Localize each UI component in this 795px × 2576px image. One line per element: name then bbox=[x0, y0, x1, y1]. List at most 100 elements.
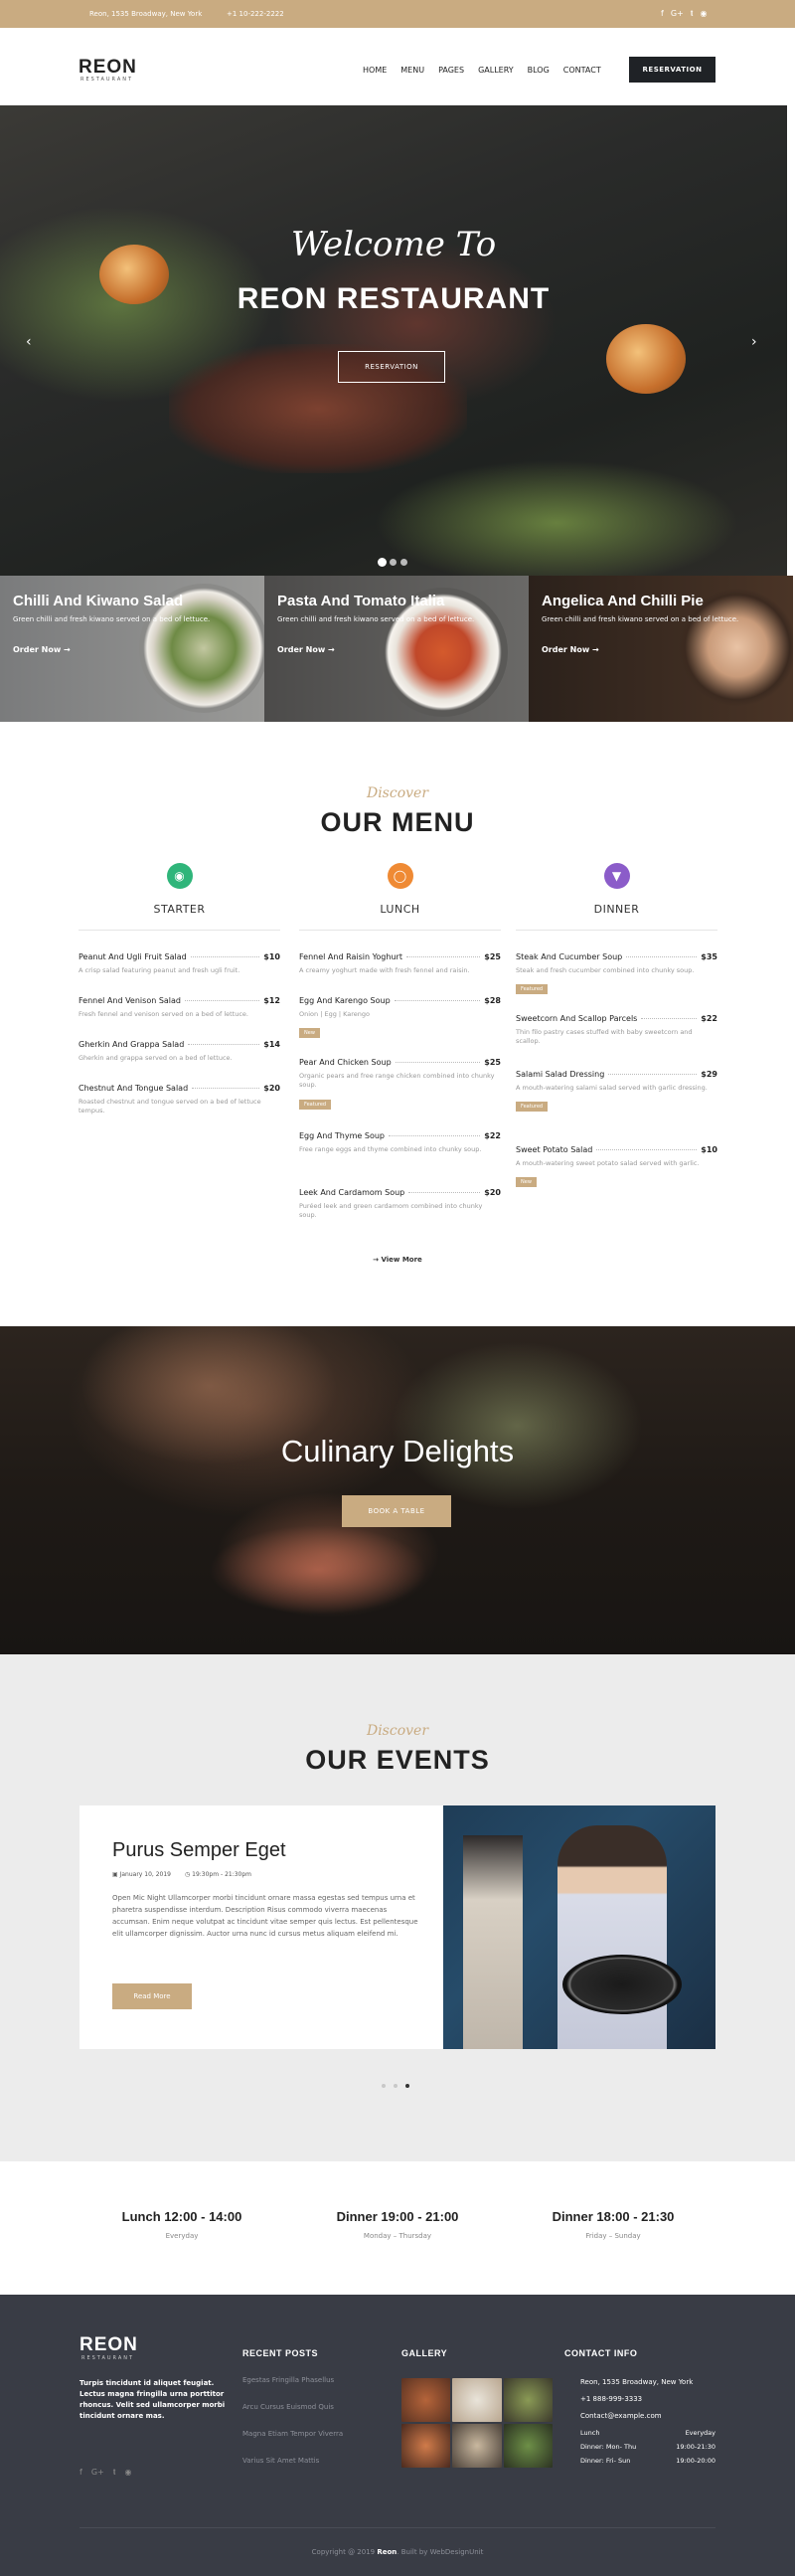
menu-column-dinner: ▼ DINNER bbox=[516, 863, 717, 931]
menu-column-title: DINNER bbox=[593, 903, 640, 916]
gallery-thumbnail[interactable] bbox=[503, 2378, 553, 2422]
google-plus-icon[interactable]: G+ bbox=[671, 9, 684, 19]
menu-item[interactable]: Egg And Thyme Soup $22 Free range eggs an… bbox=[299, 1131, 501, 1154]
menu-item-name: Pear And Chicken Soup bbox=[299, 1058, 392, 1067]
promo-order-link[interactable]: Order Now → bbox=[13, 645, 71, 654]
footer-logo-subtitle: RESTAURANT bbox=[81, 2355, 135, 2361]
promo-card[interactable]: Pasta And Tomato Italia Green chilli and… bbox=[264, 576, 529, 722]
menu-item-name: Salami Salad Dressing bbox=[516, 1070, 605, 1079]
hours-title: Dinner 18:00 - 21:30 bbox=[552, 2209, 675, 2224]
google-plus-icon[interactable]: G+ bbox=[91, 2468, 104, 2478]
menu-item-name: Egg And Thyme Soup bbox=[299, 1131, 385, 1140]
twitter-icon[interactable]: 𝐭 bbox=[691, 9, 694, 19]
promo-card[interactable]: Angelica And Chilli Pie Green chilli and… bbox=[529, 576, 793, 722]
menu-list-starter: Peanut And Ugli Fruit Salad $10 A crisp s… bbox=[79, 952, 280, 1151]
event-description: Open Mic Night Ullamcorper morbi tincidu… bbox=[112, 1894, 418, 1938]
nav-menu[interactable]: MENU bbox=[400, 66, 424, 75]
menu-item-badge: Featured bbox=[516, 984, 549, 995]
event-title[interactable]: Purus Semper Eget bbox=[112, 1839, 286, 1862]
arrow-right-icon: → bbox=[328, 645, 335, 654]
calendar-icon: ▣ bbox=[112, 1871, 118, 1878]
promo-order-link[interactable]: Order Now → bbox=[277, 645, 335, 654]
read-more-button[interactable]: Read More bbox=[112, 1983, 192, 2009]
menu-item[interactable]: Fennel And Venison Salad $12 Fresh fennel… bbox=[79, 996, 280, 1019]
copyright-brand-link[interactable]: Reon bbox=[377, 2548, 397, 2556]
menu-item-name: Fennel And Venison Salad bbox=[79, 996, 182, 1005]
recent-post-link[interactable]: Varius Sit Amet Mattis bbox=[242, 2457, 343, 2484]
promo-card[interactable]: Chilli And Kiwano Salad Green chilli and… bbox=[0, 576, 264, 722]
gallery-thumbnail[interactable] bbox=[401, 2378, 451, 2422]
facebook-icon[interactable]: f bbox=[80, 2468, 82, 2478]
nav-contact[interactable]: CONTACT bbox=[563, 66, 601, 75]
footer-logo[interactable]: REON bbox=[80, 2334, 138, 2356]
menu-item[interactable]: Fennel And Raisin Yoghurt $25 A creamy yo… bbox=[299, 952, 501, 975]
contact-hours-row: Dinner: Mon- Thu 19:00-21:30 bbox=[580, 2443, 716, 2451]
instagram-icon[interactable]: ◉ bbox=[124, 2468, 131, 2478]
footer-social: f G+ 𝐭 ◉ bbox=[80, 2468, 131, 2478]
nav-gallery[interactable]: GALLERY bbox=[478, 66, 514, 75]
twitter-icon[interactable]: 𝐭 bbox=[113, 2468, 116, 2478]
hero-reservation-button[interactable]: RESERVATION bbox=[338, 351, 445, 383]
menu-item[interactable]: Sweet Potato Salad $10 A mouth-watering s… bbox=[516, 1145, 717, 1188]
recent-post-link[interactable]: Egestas Fringilla Phasellus bbox=[242, 2376, 343, 2403]
footer-divider bbox=[80, 2527, 716, 2528]
nav-home[interactable]: HOME bbox=[363, 66, 387, 75]
menu-item-desc: A mouth-watering salami salad served wit… bbox=[516, 1084, 708, 1092]
slider-next-icon[interactable]: › bbox=[751, 334, 757, 350]
nav-pages[interactable]: PAGES bbox=[438, 66, 464, 75]
logo-subtitle: RESTAURANT bbox=[80, 77, 134, 83]
gallery-thumbnail[interactable] bbox=[401, 2424, 451, 2468]
culinary-title: Culinary Delights bbox=[280, 1434, 515, 1468]
menu-item[interactable]: Chestnut And Tongue Salad $20 Roasted che… bbox=[79, 1084, 280, 1116]
menu-item-desc: A crisp salad featuring peanut and fresh… bbox=[79, 966, 240, 974]
nav-blog[interactable]: BLOG bbox=[528, 66, 550, 75]
slider-dot[interactable] bbox=[390, 559, 397, 566]
gallery-thumbnail[interactable] bbox=[452, 2378, 502, 2422]
menu-item[interactable]: Pear And Chicken Soup $25 Organic pears a… bbox=[299, 1058, 501, 1110]
menu-item[interactable]: Salami Salad Dressing $29 A mouth-waterin… bbox=[516, 1070, 717, 1113]
footer-about: Turpis tincidunt id aliquet feugiat. Lec… bbox=[80, 2379, 226, 2420]
reservation-button[interactable]: RESERVATION bbox=[629, 57, 716, 83]
menu-item-name: Fennel And Raisin Yoghurt bbox=[299, 952, 402, 961]
slider-dot[interactable] bbox=[394, 2084, 398, 2088]
view-more-link[interactable]: → View More bbox=[0, 1256, 795, 1264]
menu-item[interactable]: Gherkin And Grappa Salad $14 Gherkin and … bbox=[79, 1040, 280, 1063]
slider-dot[interactable] bbox=[400, 559, 407, 566]
menu-heading: OUR MENU bbox=[320, 807, 475, 837]
slider-dot[interactable] bbox=[405, 2084, 409, 2088]
instagram-icon[interactable]: ◉ bbox=[700, 9, 707, 19]
book-table-button[interactable]: BOOK A TABLE bbox=[342, 1495, 451, 1527]
gallery-thumbnail[interactable] bbox=[452, 2424, 502, 2468]
gallery-thumbnail[interactable] bbox=[503, 2424, 553, 2468]
promo-order-link[interactable]: Order Now → bbox=[542, 645, 599, 654]
menu-item-badge: New bbox=[299, 1028, 320, 1039]
contact-email[interactable]: Contact@example.com bbox=[580, 2412, 716, 2420]
menu-item[interactable]: Egg And Karengo Soup $28 Onion | Egg | Ka… bbox=[299, 996, 501, 1039]
slider-dot[interactable] bbox=[379, 559, 386, 566]
hours-block: Lunch 12:00 - 14:00 Everyday bbox=[82, 2209, 281, 2240]
promo-title: Chilli And Kiwano Salad bbox=[13, 593, 184, 609]
hero-slider: Welcome To REON RESTAURANT RESERVATION ‹… bbox=[0, 105, 787, 576]
contact-heading: CONTACT INFO bbox=[564, 2348, 638, 2358]
recent-post-link[interactable]: Magna Etiam Tempor Viverra bbox=[242, 2430, 343, 2457]
topbar-phone[interactable]: +1 10-222-2222 bbox=[227, 10, 284, 18]
arrow-right-icon: → bbox=[64, 645, 71, 654]
menu-item-name: Gherkin And Grappa Salad bbox=[79, 1040, 185, 1049]
menu-item-price: $20 bbox=[263, 1084, 280, 1093]
divider bbox=[516, 930, 717, 931]
menu-item[interactable]: Steak And Cucumber Soup $35 Steak and fre… bbox=[516, 952, 717, 995]
menu-item[interactable]: Peanut And Ugli Fruit Salad $10 A crisp s… bbox=[79, 952, 280, 975]
menu-item-name: Chestnut And Tongue Salad bbox=[79, 1084, 189, 1093]
facebook-icon[interactable]: f bbox=[661, 9, 664, 19]
hours-days: Everyday bbox=[165, 2232, 199, 2240]
menu-list-lunch: Fennel And Raisin Yoghurt $25 A creamy yo… bbox=[299, 952, 501, 1241]
recent-post-link[interactable]: Arcu Cursus Euismod Quis bbox=[242, 2403, 343, 2430]
menu-item[interactable]: Sweetcorn And Scallop Parcels $22 Thin fi… bbox=[516, 1014, 717, 1047]
logo[interactable]: REON bbox=[79, 57, 137, 79]
slider-dot[interactable] bbox=[382, 2084, 386, 2088]
lunch-icon: ◯ bbox=[387, 863, 413, 889]
contact-phone[interactable]: +1 888-999-3333 bbox=[580, 2395, 716, 2403]
slider-prev-icon[interactable]: ‹ bbox=[26, 334, 32, 350]
menu-item[interactable]: Leek And Cardamom Soup $20 Puréed leek an… bbox=[299, 1188, 501, 1221]
contact-info: Reon, 1535 Broadway, New York +1 888-999… bbox=[580, 2378, 716, 2471]
